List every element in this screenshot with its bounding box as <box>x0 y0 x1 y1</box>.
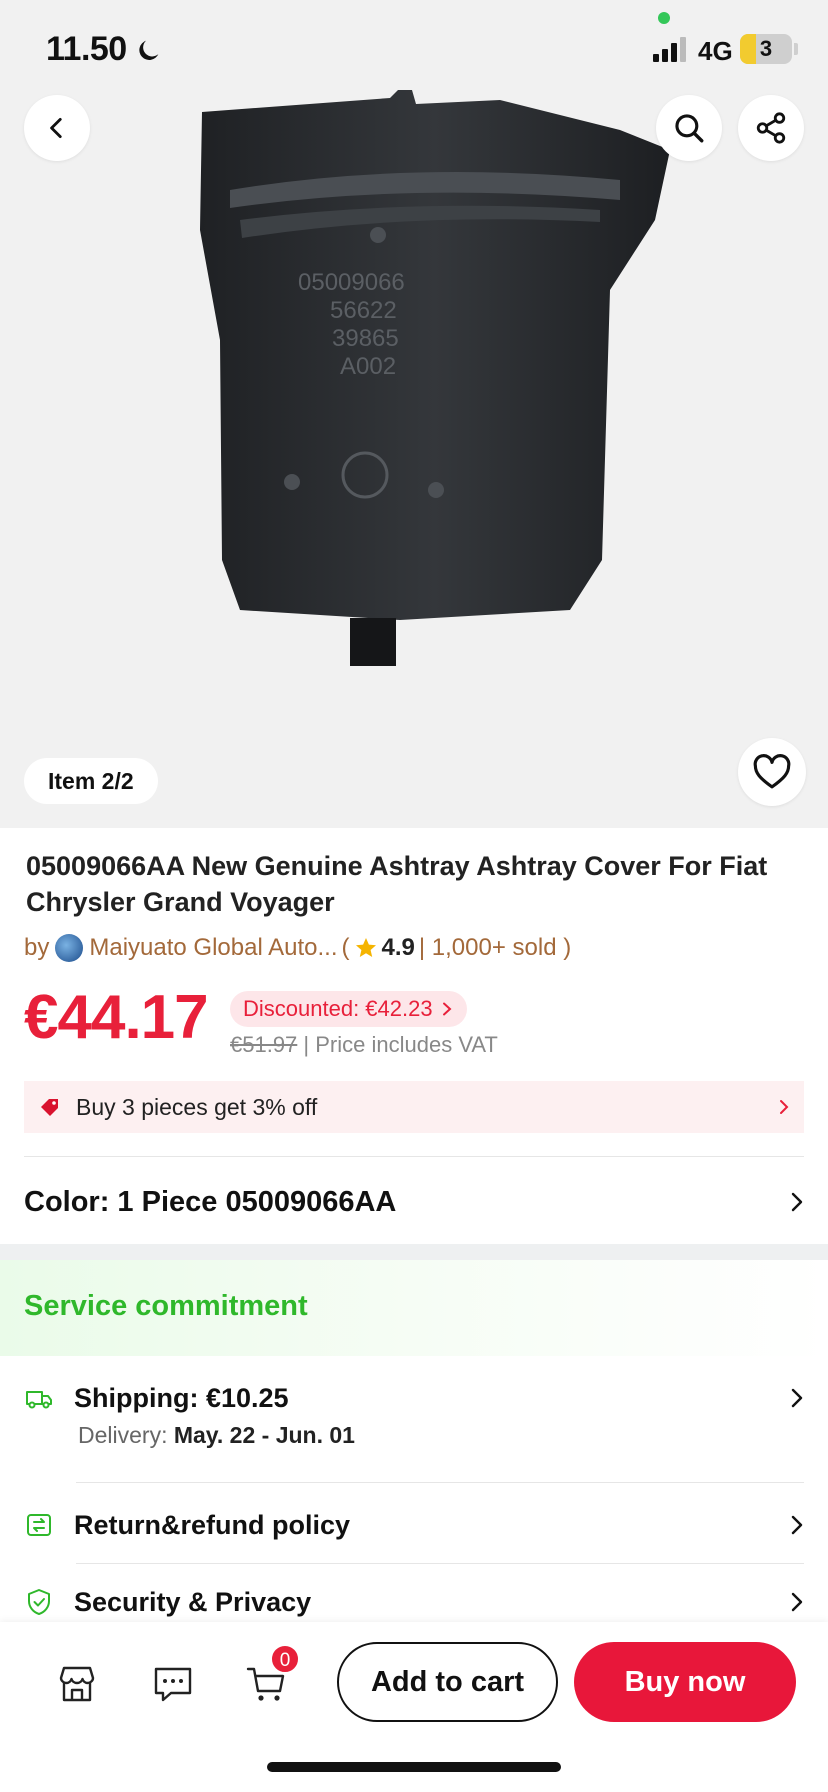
current-price: €44.17 <box>24 983 209 1052</box>
status-time: 11.50 <box>46 30 163 69</box>
divider <box>76 1482 804 1483</box>
shipping-row[interactable]: Shipping: €10.25 <box>24 1378 804 1418</box>
svg-text:56622: 56622 <box>330 297 397 324</box>
divider <box>24 1156 804 1157</box>
battery-icon: 3 <box>740 34 792 64</box>
delivery-label: Delivery: <box>78 1422 168 1448</box>
store-icon[interactable] <box>55 1662 99 1706</box>
delivery-dates: May. 22 - Jun. 01 <box>173 1422 355 1448</box>
seller-avatar <box>55 934 84 962</box>
svg-text:39865: 39865 <box>332 325 399 352</box>
chevron-right-icon <box>791 1592 803 1612</box>
svg-text:A002: A002 <box>340 353 396 380</box>
seller-name[interactable]: Maiyuato Global Auto... <box>89 934 337 962</box>
shipping-label: Shipping: €10.25 <box>74 1382 289 1413</box>
discount-badge[interactable]: Discounted: €42.23 <box>230 991 467 1027</box>
favorite-button[interactable] <box>738 738 806 806</box>
clock: 11.50 <box>46 30 127 68</box>
seller-by: by <box>24 934 50 961</box>
shield-check-icon <box>28 1589 50 1615</box>
color-option-label: Color: 1 Piece 05009066AA <box>24 1185 397 1218</box>
service-commitment-header: Service commitment <box>0 1260 828 1356</box>
battery-level: 3 <box>759 36 773 61</box>
chat-icon[interactable] <box>151 1662 195 1706</box>
product-title: 05009066AA New Genuine Ashtray Ashtray C… <box>26 851 768 917</box>
chevron-right-icon <box>791 1388 803 1408</box>
buy-now-button[interactable]: Buy now <box>574 1642 796 1722</box>
seller-line[interactable]: by Maiyuato Global Auto... ( 4.9 | 1,000… <box>24 934 571 962</box>
search-button[interactable] <box>656 95 722 161</box>
chevron-right-icon <box>442 1002 452 1016</box>
promo-bar[interactable]: Buy 3 pieces get 3% off <box>24 1081 804 1133</box>
return-policy-label: Return&refund policy <box>74 1509 351 1540</box>
sold-count: | 1,000+ sold ) <box>418 934 572 961</box>
heart-icon <box>753 754 791 789</box>
security-privacy-row[interactable]: Security & Privacy <box>24 1582 804 1622</box>
section-separator <box>0 1244 828 1260</box>
chevron-right-icon <box>791 1192 803 1212</box>
price-tag-icon <box>41 1099 58 1116</box>
cart-count-badge: 0 <box>270 1644 300 1674</box>
chevron-right-icon <box>780 1100 789 1114</box>
gallery-item-indicator: Item 2/2 <box>24 758 158 804</box>
chevron-left-icon <box>50 117 62 139</box>
share-icon <box>756 112 786 144</box>
status-bar: 11.50 4G 3 <box>0 0 828 96</box>
svg-text:05009066: 05009066 <box>298 269 405 296</box>
network-label: 4G <box>698 36 733 66</box>
seller-rating: 4.9 <box>381 934 415 961</box>
return-icon <box>27 1514 51 1536</box>
original-price-line: €51.97 | Price includes VAT <box>230 1032 498 1058</box>
rating-open-paren: ( <box>341 934 350 961</box>
home-indicator[interactable] <box>267 1762 561 1772</box>
moon-icon <box>139 40 159 60</box>
camera-indicator-dot <box>658 12 670 24</box>
promo-text: Buy 3 pieces get 3% off <box>76 1093 318 1120</box>
discount-text: Discounted: €42.23 <box>243 996 433 1021</box>
divider <box>76 1563 804 1564</box>
service-title: Service commitment <box>24 1290 308 1322</box>
product-image: 05009066 56622 39865 A002 <box>200 90 670 666</box>
back-button[interactable] <box>24 95 90 161</box>
vat-note: | Price includes VAT <box>303 1032 498 1057</box>
search-icon <box>675 114 704 143</box>
signal-icon <box>653 37 686 62</box>
delivery-estimate: Delivery: May. 22 - Jun. 01 <box>78 1422 355 1449</box>
truck-icon <box>26 1391 52 1409</box>
color-selector[interactable]: Color: 1 Piece 05009066AA <box>24 1180 804 1224</box>
add-to-cart-button[interactable]: Add to cart <box>337 1642 558 1722</box>
star-icon <box>355 938 376 957</box>
security-label: Security & Privacy <box>74 1586 312 1617</box>
share-button[interactable] <box>738 95 804 161</box>
original-price: €51.97 <box>230 1032 298 1057</box>
return-policy-row[interactable]: Return&refund policy <box>24 1505 804 1545</box>
chevron-right-icon <box>791 1515 803 1535</box>
battery-tip <box>794 43 798 55</box>
